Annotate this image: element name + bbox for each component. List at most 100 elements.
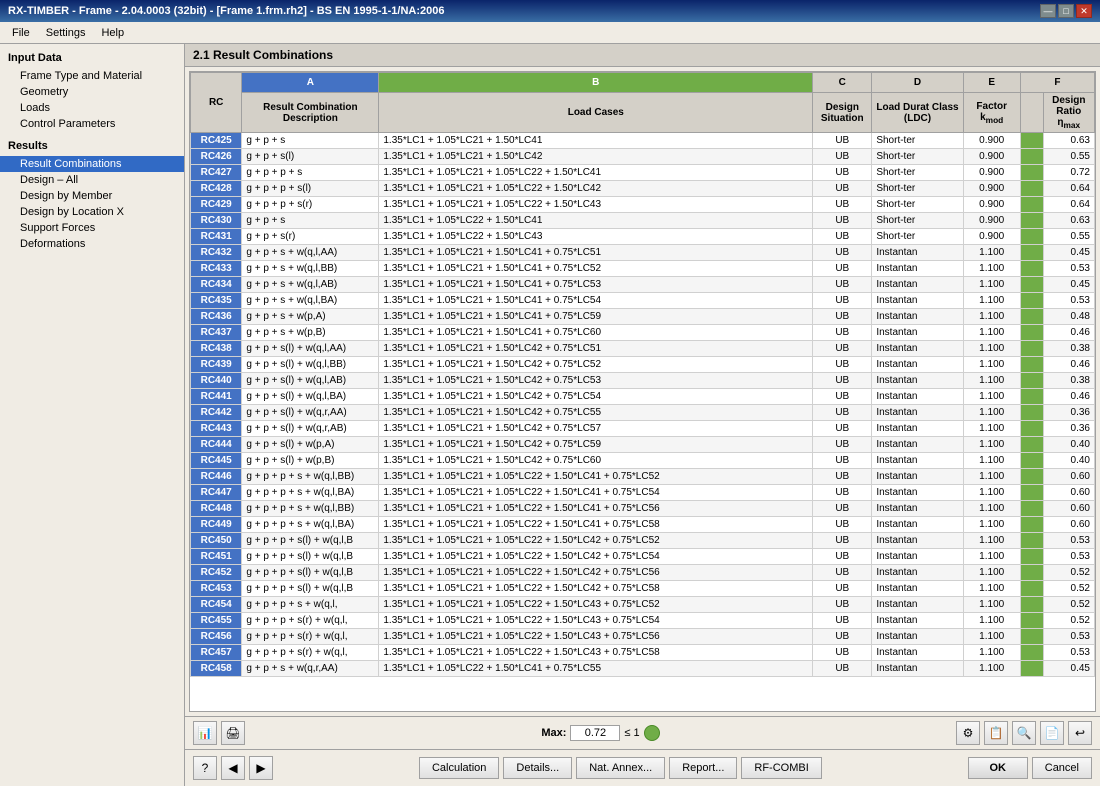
ldc-cell: Instantan <box>872 421 963 437</box>
rc-cell[interactable]: RC443 <box>191 421 242 437</box>
rc-cell[interactable]: RC445 <box>191 453 242 469</box>
sidebar-item-design-by-location[interactable]: Design by Location X <box>0 204 184 220</box>
rc-cell[interactable]: RC456 <box>191 629 242 645</box>
rc-cell[interactable]: RC431 <box>191 229 242 245</box>
table-row: RC434 g + p + s + w(q,l,AB) 1.35*LC1 + 1… <box>191 277 1095 293</box>
rc-cell[interactable]: RC440 <box>191 373 242 389</box>
sidebar-item-design-all[interactable]: Design – All <box>0 172 184 188</box>
rc-cell[interactable]: RC430 <box>191 213 242 229</box>
rc-cell[interactable]: RC458 <box>191 661 242 677</box>
rc-cell[interactable]: RC441 <box>191 389 242 405</box>
rc-cell[interactable]: RC448 <box>191 501 242 517</box>
title-bar: RX-TIMBER - Frame - 2.04.0003 (32bit) - … <box>0 0 1100 22</box>
ldc-cell: Instantan <box>872 277 963 293</box>
lc-cell: 1.35*LC1 + 1.05*LC21 + 1.05*LC22 + 1.50*… <box>379 485 813 501</box>
rc-cell[interactable]: RC425 <box>191 133 242 149</box>
rc-cell[interactable]: RC452 <box>191 565 242 581</box>
design-cell: 0.48 <box>1043 309 1094 325</box>
ldc-cell: Instantan <box>872 437 963 453</box>
status-indicator <box>644 725 660 741</box>
sidebar-item-geometry[interactable]: Geometry <box>0 84 184 100</box>
rc-cell[interactable]: RC451 <box>191 549 242 565</box>
ldc-cell: Short-ter <box>872 197 963 213</box>
rc-cell[interactable]: RC435 <box>191 293 242 309</box>
design-cell: 0.63 <box>1043 213 1094 229</box>
sidebar-item-loads[interactable]: Loads <box>0 100 184 116</box>
sidebar-item-support-forces[interactable]: Support Forces <box>0 220 184 236</box>
print-icon-btn[interactable]: 🖨 <box>221 721 245 745</box>
green-cell <box>1020 181 1043 197</box>
minimize-button[interactable]: — <box>1040 4 1056 18</box>
rc-cell[interactable]: RC442 <box>191 405 242 421</box>
settings3-icon-btn[interactable]: 🔍 <box>1012 721 1036 745</box>
rc-cell[interactable]: RC427 <box>191 165 242 181</box>
back-icon-btn[interactable]: ◀ <box>221 756 245 780</box>
rc-cell[interactable]: RC434 <box>191 277 242 293</box>
rc-cell[interactable]: RC457 <box>191 645 242 661</box>
rc-cell[interactable]: RC454 <box>191 597 242 613</box>
table-row: RC430 g + p + s 1.35*LC1 + 1.05*LC22 + 1… <box>191 213 1095 229</box>
menu-help[interactable]: Help <box>93 25 132 41</box>
help-icon-btn[interactable]: ? <box>193 756 217 780</box>
rc-cell[interactable]: RC446 <box>191 469 242 485</box>
settings4-icon-btn[interactable]: 📄 <box>1040 721 1064 745</box>
results-table-container[interactable]: RC A B C D E F Result Combination Descri… <box>189 71 1096 712</box>
rc-cell[interactable]: RC438 <box>191 341 242 357</box>
rc-cell[interactable]: RC449 <box>191 517 242 533</box>
green-cell <box>1020 277 1043 293</box>
header-col-d: D <box>872 73 963 93</box>
menu-bar: File Settings Help <box>0 22 1100 44</box>
rc-cell[interactable]: RC455 <box>191 613 242 629</box>
menu-file[interactable]: File <box>4 25 38 41</box>
lc-cell: 1.35*LC1 + 1.05*LC21 + 1.05*LC22 + 1.50*… <box>379 181 813 197</box>
desc-cell: g + p + p + s(l) + w(q,l,B <box>242 565 379 581</box>
settings5-icon-btn[interactable]: ↩ <box>1068 721 1092 745</box>
calculation-button[interactable]: Calculation <box>419 757 499 779</box>
sidebar-item-deformations[interactable]: Deformations <box>0 236 184 252</box>
desc-cell: g + p + s(l) + w(q,r,AA) <box>242 405 379 421</box>
design-cell: 0.45 <box>1043 661 1094 677</box>
rc-cell[interactable]: RC450 <box>191 533 242 549</box>
rc-cell[interactable]: RC428 <box>191 181 242 197</box>
rc-cell[interactable]: RC453 <box>191 581 242 597</box>
factor-cell: 1.100 <box>963 581 1020 597</box>
lc-cell: 1.35*LC1 + 1.05*LC22 + 1.50*LC41 <box>379 213 813 229</box>
menu-settings[interactable]: Settings <box>38 25 94 41</box>
rc-cell[interactable]: RC439 <box>191 357 242 373</box>
report-button[interactable]: Report... <box>669 757 737 779</box>
desc-cell: g + p + s(l) + w(q,l,AA) <box>242 341 379 357</box>
close-button[interactable]: ✕ <box>1076 4 1092 18</box>
sidebar-item-control-parameters[interactable]: Control Parameters <box>0 116 184 132</box>
green-cell <box>1020 645 1043 661</box>
rc-cell[interactable]: RC447 <box>191 485 242 501</box>
content-area: 2.1 Result Combinations RC A B C D E F R <box>185 44 1100 786</box>
rc-cell[interactable]: RC429 <box>191 197 242 213</box>
export-icon-btn[interactable]: 📊 <box>193 721 217 745</box>
forward-icon-btn[interactable]: ▶ <box>249 756 273 780</box>
header-col-c: C <box>813 73 872 93</box>
maximize-button[interactable]: □ <box>1058 4 1074 18</box>
rc-cell[interactable]: RC432 <box>191 245 242 261</box>
rc-cell[interactable]: RC437 <box>191 325 242 341</box>
desc-cell: g + p + p + s + w(q,l,BA) <box>242 485 379 501</box>
table-row: RC454 g + p + p + s + w(q,l, 1.35*LC1 + … <box>191 597 1095 613</box>
lc-cell: 1.35*LC1 + 1.05*LC21 + 1.05*LC22 + 1.50*… <box>379 581 813 597</box>
table-row: RC433 g + p + s + w(q,l,BB) 1.35*LC1 + 1… <box>191 261 1095 277</box>
ok-button[interactable]: OK <box>968 757 1028 779</box>
cancel-button[interactable]: Cancel <box>1032 757 1092 779</box>
rc-cell[interactable]: RC433 <box>191 261 242 277</box>
rc-cell[interactable]: RC444 <box>191 437 242 453</box>
sidebar-item-frame-type[interactable]: Frame Type and Material <box>0 68 184 84</box>
sidebar-item-result-combinations[interactable]: Result Combinations <box>0 156 184 172</box>
desc-cell: g + p + s + w(p,A) <box>242 309 379 325</box>
rc-cell[interactable]: RC426 <box>191 149 242 165</box>
rf-combi-button[interactable]: RF-COMBI <box>741 757 821 779</box>
rc-cell[interactable]: RC436 <box>191 309 242 325</box>
details-button[interactable]: Details... <box>503 757 572 779</box>
max-value: 0.72 <box>570 725 620 741</box>
settings2-icon-btn[interactable]: 📋 <box>984 721 1008 745</box>
sit-cell: UB <box>813 181 872 197</box>
sidebar-item-design-by-member[interactable]: Design by Member <box>0 188 184 204</box>
nat-annex-button[interactable]: Nat. Annex... <box>576 757 665 779</box>
settings1-icon-btn[interactable]: ⚙ <box>956 721 980 745</box>
